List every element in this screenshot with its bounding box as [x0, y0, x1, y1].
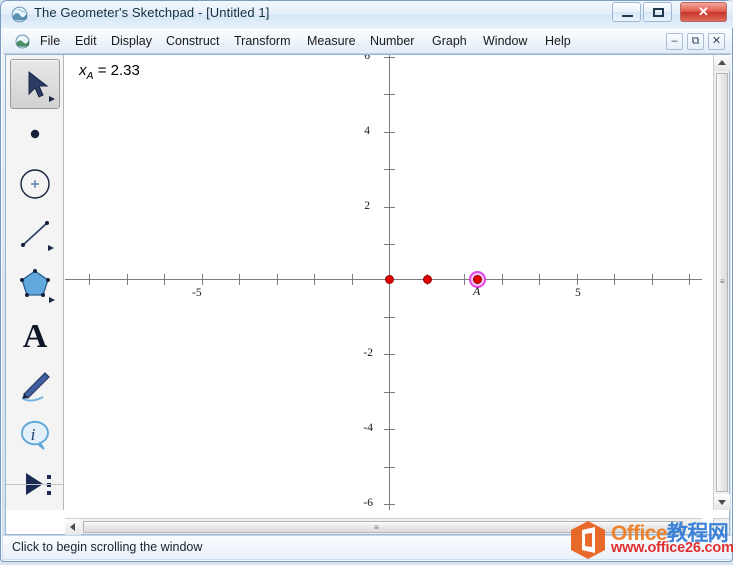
measurement-equals: =	[97, 62, 107, 79]
arrow-select-tool[interactable]	[10, 59, 60, 109]
x-tick	[352, 274, 353, 285]
menu-item-window[interactable]: Window	[478, 32, 532, 51]
x-tick	[539, 274, 540, 285]
document-minimize-button[interactable]: –	[666, 33, 683, 50]
menu-item-construct[interactable]: Construct	[161, 32, 225, 51]
title-bar: The Geometer's Sketchpad - [Untitled 1] …	[1, 1, 733, 28]
x-tick	[689, 274, 690, 285]
restore-icon: ⧉	[691, 35, 700, 47]
polygon-tool[interactable]	[10, 259, 60, 309]
menu-item-display[interactable]: Display	[106, 32, 157, 51]
scroll-up-button[interactable]	[714, 55, 730, 71]
y-tick	[384, 429, 395, 430]
menu-item-edit[interactable]: Edit	[70, 32, 102, 51]
restore-icon	[653, 8, 664, 17]
y-tick	[384, 504, 395, 505]
window-maximize-button[interactable]	[643, 2, 672, 22]
y-tick	[384, 467, 395, 468]
document-client-area: A i xA = 2.33 -5 5 6 4 2 -2 -4 -6 A ≡ ≡	[5, 54, 730, 535]
minimize-icon: –	[671, 35, 678, 47]
y-tick-label-neg4: -4	[363, 422, 373, 434]
measurement-value: 2.33	[110, 62, 140, 79]
y-tick	[384, 169, 395, 170]
point-label-a[interactable]: A	[473, 284, 480, 299]
y-tick	[384, 244, 395, 245]
svg-text:A: A	[23, 318, 48, 355]
y-tick	[384, 207, 395, 208]
scroll-left-button[interactable]	[65, 519, 81, 535]
menu-bar: File Edit Display Construct Transform Me…	[3, 29, 732, 54]
close-icon: ✕	[698, 4, 709, 19]
measurement-subscript: A	[86, 70, 94, 82]
x-tick-label-neg5: -5	[192, 287, 202, 299]
y-tick	[384, 57, 395, 58]
x-tick	[127, 274, 128, 285]
y-tick	[384, 317, 395, 318]
x-tick	[464, 274, 465, 285]
x-tick-label-5: 5	[575, 287, 581, 299]
document-close-button[interactable]: ✕	[708, 33, 725, 50]
y-tick	[384, 94, 395, 95]
x-axis	[65, 279, 702, 280]
sketch-canvas[interactable]: xA = 2.33 -5 5 6 4 2 -2 -4 -6 A	[65, 55, 702, 510]
vertical-scrollbar[interactable]: ≡	[713, 55, 730, 510]
menu-item-file[interactable]: File	[35, 32, 65, 51]
menu-item-number[interactable]: Number	[365, 32, 419, 51]
point-tool[interactable]	[10, 109, 60, 159]
menu-item-help[interactable]: Help	[540, 32, 576, 51]
x-tick	[577, 274, 578, 285]
scroll-down-button[interactable]	[714, 494, 730, 510]
y-tick-label-6: 6	[364, 55, 370, 62]
document-globe-icon[interactable]	[15, 34, 30, 49]
y-tick	[384, 354, 395, 355]
tool-palette: A i	[6, 55, 64, 510]
x-tick	[502, 274, 503, 285]
sketchpad-globe-icon	[11, 6, 28, 23]
y-tick-label-neg6: -6	[363, 497, 373, 509]
y-tick-label-2: 2	[364, 200, 370, 212]
window-minimize-button[interactable]	[612, 2, 641, 22]
office-hexagon-logo	[569, 520, 607, 565]
data-point-origin[interactable]	[385, 275, 394, 284]
x-tick	[277, 274, 278, 285]
data-point-unit[interactable]	[423, 275, 432, 284]
compass-circle-tool[interactable]	[10, 159, 60, 209]
window-close-button[interactable]: ✕	[680, 2, 727, 22]
office-watermark: Office教程网 www.office26.com	[569, 517, 733, 561]
minimize-icon	[622, 15, 633, 17]
x-tick	[239, 274, 240, 285]
toolbox-divider	[6, 484, 64, 485]
y-tick-label-neg2: -2	[363, 347, 373, 359]
grip-icon: ≡	[374, 523, 380, 532]
application-window: The Geometer's Sketchpad - [Untitled 1] …	[0, 0, 733, 562]
measurement-variable: x	[79, 62, 87, 79]
window-title: The Geometer's Sketchpad - [Untitled 1]	[34, 5, 270, 20]
office-watermark-url: www.office26.com	[611, 540, 733, 556]
x-tick	[202, 274, 203, 285]
marker-pen-tool[interactable]	[10, 359, 60, 409]
data-point-a[interactable]	[473, 275, 482, 284]
menu-item-transform[interactable]: Transform	[229, 32, 296, 51]
y-tick	[384, 392, 395, 393]
x-tick	[614, 274, 615, 285]
x-tick	[314, 274, 315, 285]
measurement-x-a[interactable]: xA = 2.33	[79, 62, 140, 82]
x-tick	[89, 274, 90, 285]
text-tool[interactable]: A	[10, 309, 60, 359]
information-tool[interactable]: i	[10, 409, 60, 459]
x-tick	[652, 274, 653, 285]
status-message: Click to begin scrolling the window	[12, 540, 203, 554]
grip-icon: ≡	[720, 277, 726, 286]
menu-item-measure[interactable]: Measure	[302, 32, 361, 51]
x-tick	[164, 274, 165, 285]
menu-item-graph[interactable]: Graph	[427, 32, 472, 51]
vertical-scroll-thumb[interactable]: ≡	[716, 73, 728, 492]
svg-text:i: i	[31, 425, 36, 444]
straightedge-line-tool[interactable]	[10, 209, 60, 259]
close-icon: ✕	[711, 35, 722, 47]
y-tick	[384, 132, 395, 133]
y-tick-label-4: 4	[364, 125, 370, 137]
document-restore-button[interactable]: ⧉	[687, 33, 704, 50]
